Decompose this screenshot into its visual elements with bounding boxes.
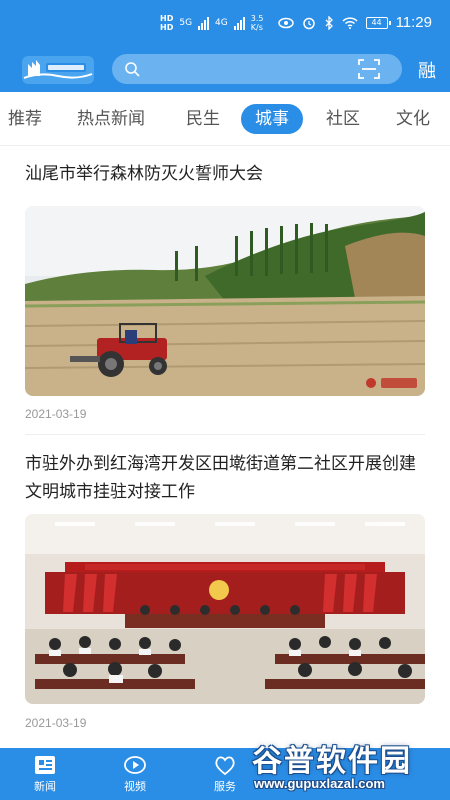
- divider: [25, 434, 425, 435]
- video-icon: [124, 756, 146, 774]
- tab-hot-news[interactable]: 热点新闻: [77, 104, 145, 134]
- nav-label: 服务: [214, 780, 236, 793]
- tab-recommend[interactable]: 推荐: [8, 104, 42, 134]
- battery-icon: 44: [365, 16, 391, 29]
- tab-community[interactable]: 社区: [326, 104, 360, 134]
- status-time: 11:29: [395, 14, 432, 31]
- news-icon: [35, 756, 55, 774]
- watermark-url: www.gupuxlazal.com: [254, 776, 385, 791]
- nav-label: 新闻: [34, 780, 56, 793]
- article-date: 2021-03-19: [25, 716, 87, 730]
- service-icon: [215, 756, 235, 776]
- news-card[interactable]: 汕尾市举行森林防灭火誓师大会 2021-03-19: [0, 146, 450, 436]
- watermark-text: 谷普软件园: [252, 744, 412, 779]
- wifi-icon: [342, 17, 358, 29]
- media-hub-button[interactable]: 融: [418, 57, 436, 83]
- hd-indicator: HD HD: [160, 14, 174, 32]
- network-speed: 3.5 K/s: [250, 14, 264, 32]
- signal-icon-2: [233, 16, 245, 30]
- search-icon: [125, 62, 140, 77]
- tractor-field-photo: [25, 206, 425, 396]
- nav-item-news[interactable]: 新闻: [20, 754, 70, 794]
- network-5g-label: 5G: [179, 18, 193, 28]
- newspaper-logo-watermark: [366, 378, 417, 388]
- article-title[interactable]: 汕尾市举行森林防灭火誓师大会: [25, 160, 430, 188]
- nav-label: 视频: [124, 780, 146, 793]
- tab-livelihood[interactable]: 民生: [186, 104, 220, 134]
- tab-culture[interactable]: 文化: [396, 104, 430, 134]
- network-4g-label: 4G: [215, 18, 228, 28]
- nav-item-video[interactable]: 视频: [110, 754, 160, 794]
- app-logo[interactable]: [20, 54, 96, 86]
- article-title[interactable]: 市驻外办到红海湾开发区田墘街道第二社区开展创建文明城市挂驻对接工作: [25, 450, 430, 506]
- eye-icon: [277, 17, 294, 28]
- watermark: 谷普软件园 www.gupuxlazal.com: [248, 732, 448, 798]
- status-bar: HD HD 5G 4G 3.5 K/s 44 11:29: [0, 0, 450, 48]
- article-image[interactable]: [25, 206, 425, 396]
- search-input[interactable]: [148, 58, 348, 80]
- alarm-icon: [302, 17, 315, 29]
- search-bar[interactable]: [112, 54, 402, 84]
- app-header: 融: [0, 48, 450, 92]
- bluetooth-icon: [325, 15, 333, 30]
- article-date: 2021-03-19: [25, 407, 87, 421]
- article-image[interactable]: [25, 514, 425, 704]
- status-left: HD HD 5G 4G 3.5 K/s: [160, 14, 263, 32]
- news-card[interactable]: 市驻外办到红海湾开发区田墘街道第二社区开展创建文明城市挂驻对接工作 2021-0…: [0, 436, 450, 748]
- scan-icon[interactable]: [358, 59, 380, 79]
- meeting-hall-photo: [25, 514, 425, 704]
- tab-city-affairs[interactable]: 城事: [241, 104, 303, 134]
- nav-item-service[interactable]: 服务: [200, 754, 250, 794]
- status-right: 44 11:29: [277, 14, 432, 31]
- category-tabs: 推荐 热点新闻 民生 城事 社区 文化: [0, 92, 450, 146]
- signal-icon: [198, 16, 210, 30]
